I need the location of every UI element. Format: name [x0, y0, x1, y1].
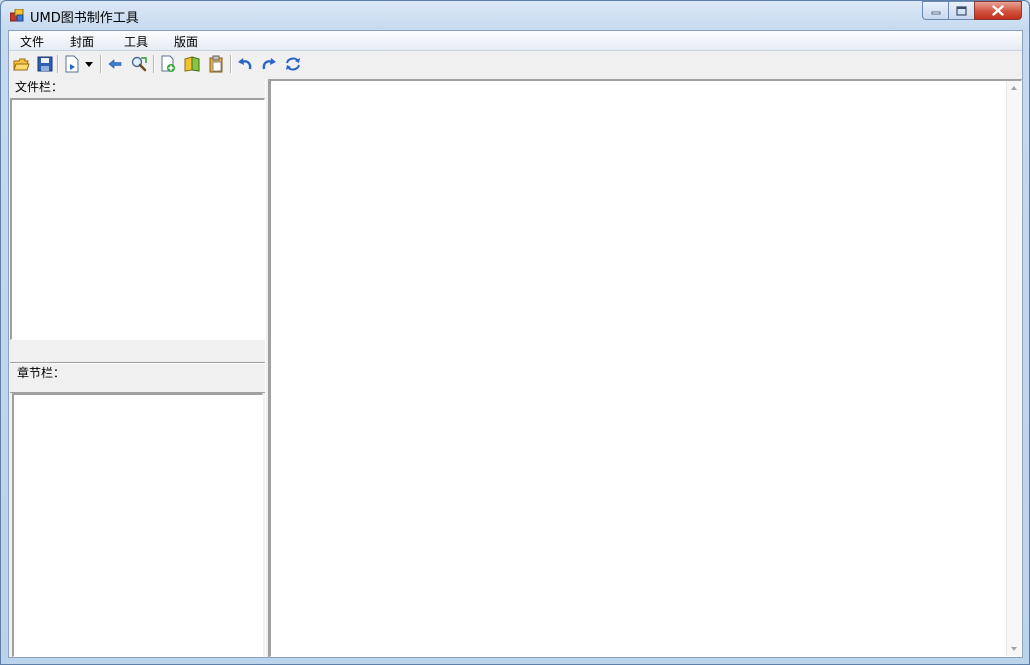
menu-file[interactable]: 文件 [20, 33, 44, 50]
redo-icon[interactable] [260, 55, 278, 73]
window-title: UMD图书制作工具 [30, 11, 139, 26]
new-page-icon[interactable] [63, 55, 81, 73]
chapter-list[interactable] [12, 393, 263, 657]
minimize-button[interactable] [922, 1, 949, 20]
save-icon[interactable] [36, 55, 54, 73]
file-list[interactable] [10, 98, 265, 340]
minimize-icon [931, 11, 940, 14]
toolbar-separator [100, 55, 102, 73]
toolbar-separator [57, 55, 59, 73]
app-icon [10, 9, 24, 22]
menu-cover[interactable]: 封面 [70, 33, 94, 50]
chapter-panel-label: 章节栏： [17, 366, 66, 380]
scroll-up-icon[interactable] [1010, 85, 1018, 91]
file-panel-label: 文件栏： [15, 80, 64, 94]
toolbar-separator [153, 55, 155, 73]
maximize-icon [956, 5, 967, 16]
add-file-icon[interactable] [159, 55, 177, 73]
refresh-icon[interactable] [284, 55, 302, 73]
library-icon[interactable] [183, 55, 201, 73]
close-icon [992, 5, 1004, 16]
maximize-button[interactable] [948, 1, 975, 20]
open-folder-icon[interactable] [12, 55, 30, 73]
menu-bar: 文件 封面 工具 版面 [9, 31, 1022, 51]
toolbar [9, 51, 1022, 77]
title-bar[interactable]: UMD图书制作工具 [1, 1, 1029, 30]
find-replace-icon[interactable] [130, 55, 148, 73]
paste-icon[interactable] [207, 55, 225, 73]
back-arrow-icon[interactable] [106, 55, 124, 73]
menu-tools[interactable]: 工具 [124, 33, 148, 50]
client-area: 文件 封面 工具 版面 文件栏： 章节栏： [8, 30, 1023, 658]
scroll-down-icon[interactable] [1010, 646, 1018, 652]
content-editor[interactable] [269, 79, 1022, 657]
dropdown-arrow-icon[interactable] [83, 55, 95, 73]
undo-icon[interactable] [236, 55, 254, 73]
close-button[interactable] [974, 1, 1022, 20]
vertical-scrollbar[interactable] [1006, 81, 1021, 656]
app-window: UMD图书制作工具 文件 封面 工具 版面 文件栏： 章节栏： [0, 0, 1030, 665]
toolbar-separator [230, 55, 232, 73]
menu-layout[interactable]: 版面 [174, 33, 198, 50]
